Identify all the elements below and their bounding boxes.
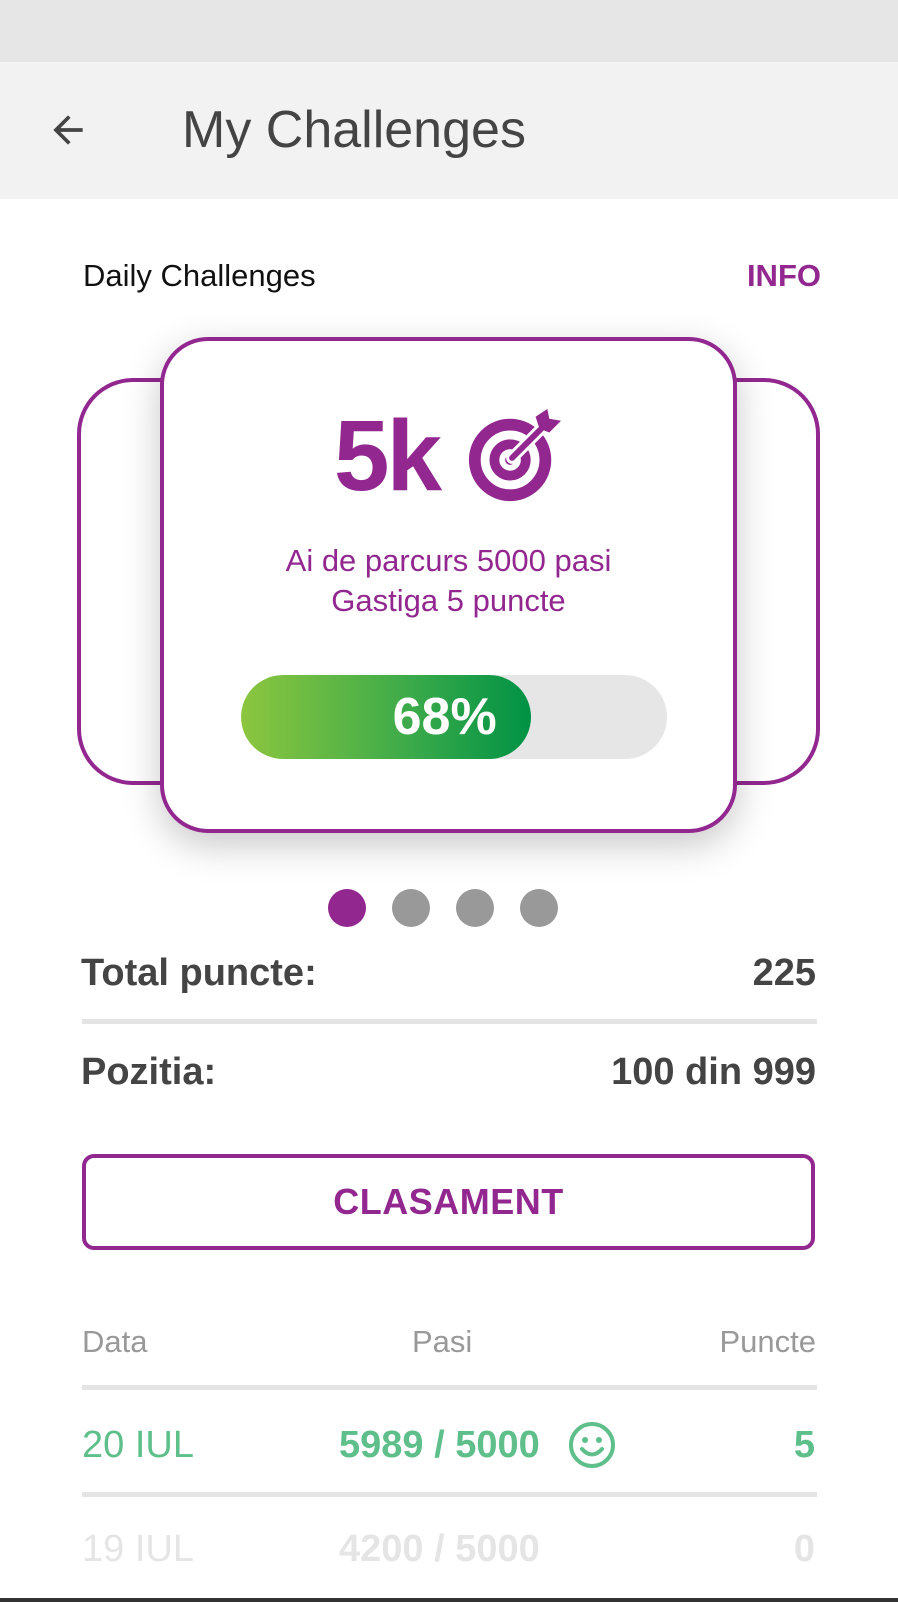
status-bar	[0, 0, 898, 62]
bottom-edge	[0, 1598, 898, 1602]
page-title: My Challenges	[182, 101, 526, 159]
challenge-line-2: Gastiga 5 puncte	[331, 583, 566, 618]
screen: My Challenges Daily Challenges INFO 5k A…	[0, 0, 898, 1602]
arrow-left-icon	[53, 115, 83, 145]
goal-value: 5k	[333, 400, 442, 512]
carousel-dot[interactable]	[520, 889, 558, 927]
challenge-description: Ai de parcurs 5000 pasi Gastiga 5 puncte	[164, 541, 733, 621]
section-title: Daily Challenges	[83, 258, 316, 293]
challenge-card[interactable]: 5k Ai de parcurs 5000 pasi Gastiga 5 pun…	[160, 337, 737, 833]
divider	[82, 1385, 817, 1390]
row-date: 19 IUL	[82, 1528, 194, 1570]
carousel-dots	[328, 889, 572, 927]
divider	[82, 1492, 817, 1497]
challenge-line-1: Ai de parcurs 5000 pasi	[285, 543, 612, 578]
progress-bar: 68%	[241, 675, 667, 759]
column-header-date: Data	[82, 1324, 148, 1359]
carousel-dot[interactable]	[456, 889, 494, 927]
column-header-points: Puncte	[719, 1324, 816, 1359]
position-value: 100 din 999	[611, 1051, 816, 1093]
row-steps: 5989 / 5000	[339, 1424, 540, 1466]
position-label: Pozitia:	[81, 1051, 217, 1093]
total-points-value: 225	[752, 952, 816, 994]
info-link[interactable]: INFO	[747, 256, 821, 296]
row-points: 5	[793, 1424, 815, 1466]
back-button[interactable]	[40, 104, 96, 156]
progress-label: 68%	[392, 688, 497, 746]
column-header-steps: Pasi	[412, 1324, 473, 1359]
row-points: 0	[793, 1528, 815, 1570]
app-bar: My Challenges	[0, 62, 898, 199]
target-arrow-icon	[469, 408, 562, 502]
divider	[82, 1019, 817, 1024]
row-steps: 4200 / 5000	[339, 1528, 540, 1570]
history-row[interactable]: 20 IUL 5989 / 5000 5	[82, 1410, 817, 1480]
leaderboard-button[interactable]: CLASAMENT	[82, 1154, 815, 1250]
smiley-icon	[569, 1422, 615, 1468]
carousel-dot[interactable]	[392, 889, 430, 927]
history-row[interactable]: 19 IUL 4200 / 5000 0	[82, 1514, 817, 1584]
row-date: 20 IUL	[82, 1424, 194, 1466]
total-points-label: Total puncte:	[81, 952, 317, 994]
carousel-dot[interactable]	[328, 889, 366, 927]
goal-row: 5k	[164, 403, 733, 509]
